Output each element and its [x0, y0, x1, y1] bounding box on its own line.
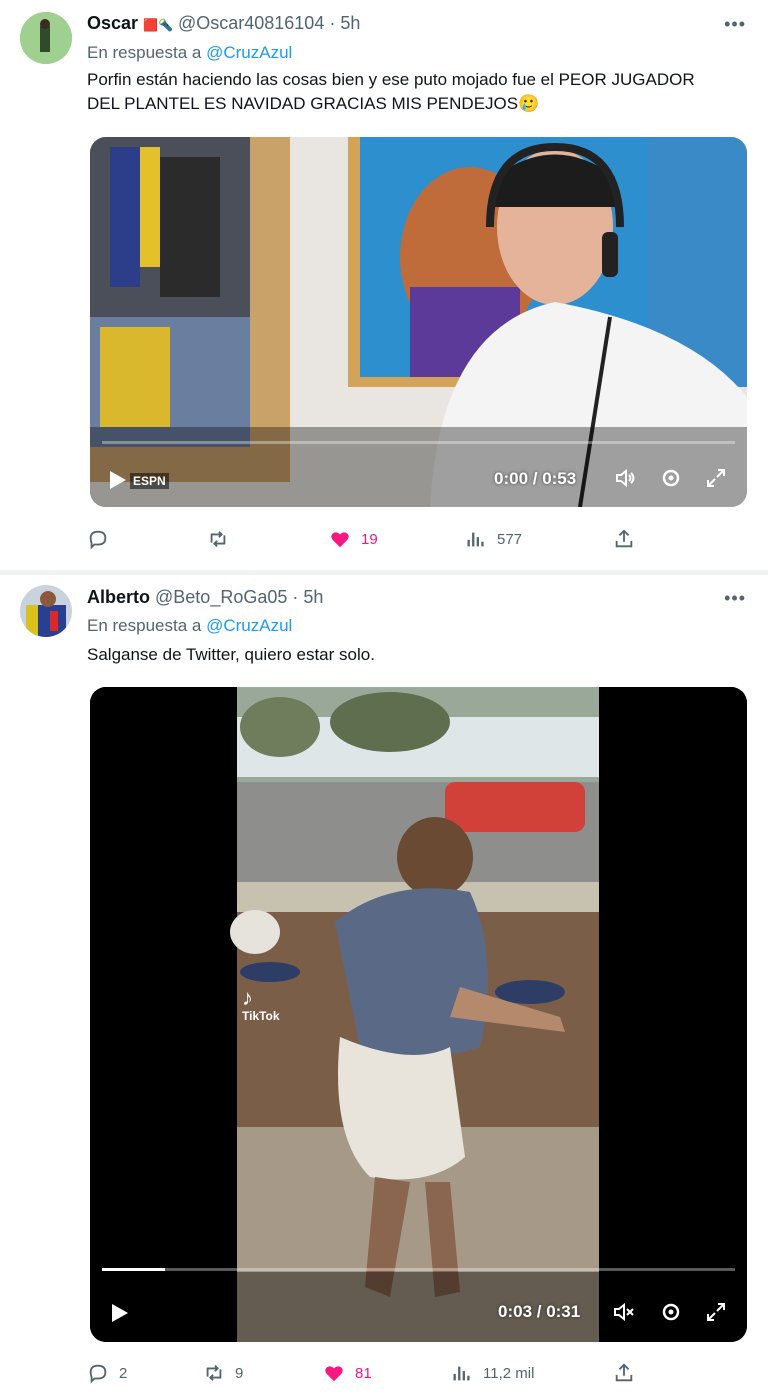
- retweet-button[interactable]: 9: [203, 1360, 243, 1386]
- settings-icon[interactable]: [659, 1300, 683, 1324]
- more-icon[interactable]: •••: [724, 14, 746, 35]
- reply-mention-link[interactable]: @CruzAzul: [206, 616, 292, 635]
- like-count: 81: [355, 1364, 372, 1382]
- reply-button[interactable]: [87, 526, 119, 552]
- views-count: 577: [497, 530, 523, 548]
- avatar[interactable]: [20, 12, 72, 64]
- share-icon: [615, 1363, 633, 1382]
- emoji-badge: 🟥🔦: [143, 18, 173, 32]
- tiktok-logo-icon: ♪: [242, 985, 253, 1010]
- action-bar: 19 577: [87, 526, 647, 552]
- username[interactable]: @Beto_RoGa05: [155, 587, 287, 607]
- watermark-logo: ESPN: [130, 473, 169, 489]
- reply-context: En respuesta a @CruzAzul: [87, 615, 292, 637]
- mute-icon[interactable]: [612, 1300, 636, 1324]
- share-button[interactable]: [613, 1360, 635, 1386]
- like-icon: [331, 532, 349, 548]
- video-progress-fill: [102, 1268, 166, 1271]
- tweet-header: Alberto @Beto_RoGa05 · 5h: [87, 587, 324, 607]
- tweet-text: Salganse de Twitter, quiero estar solo.: [87, 645, 375, 664]
- retweet-button[interactable]: [207, 526, 239, 552]
- like-count: 19: [361, 530, 378, 548]
- retweet-count: 9: [235, 1364, 244, 1382]
- avatar-image: [20, 585, 72, 637]
- reply-icon: [89, 530, 107, 550]
- username[interactable]: @Oscar40816104: [178, 13, 324, 33]
- views-button[interactable]: 11,2 mil: [451, 1360, 534, 1386]
- share-button[interactable]: [613, 526, 635, 552]
- reply-prefix: En respuesta a: [87, 43, 202, 62]
- retweet-icon: [210, 531, 226, 547]
- avatar-image: [20, 12, 72, 64]
- like-icon: [325, 1366, 343, 1382]
- fullscreen-icon[interactable]: [704, 466, 728, 490]
- avatar[interactable]: [20, 585, 72, 637]
- views-count: 11,2 mil: [483, 1364, 535, 1382]
- tweet[interactable]: Alberto @Beto_RoGa05 · 5h ••• En respues…: [0, 575, 768, 1398]
- retweet-icon: [206, 1365, 222, 1381]
- action-bar: 2 9 81 11,2 mil: [87, 1360, 647, 1386]
- tweet-header: Oscar 🟥🔦 @Oscar40816104 · 5h: [87, 13, 361, 33]
- reply-context: En respuesta a @CruzAzul: [87, 42, 292, 64]
- views-icon: [453, 1366, 470, 1381]
- views-button[interactable]: 577: [465, 526, 522, 552]
- tweet[interactable]: Oscar 🟥🔦 @Oscar40816104 · 5h ••• En resp…: [0, 0, 768, 570]
- display-name[interactable]: Alberto: [87, 587, 150, 607]
- more-icon[interactable]: •••: [724, 588, 746, 609]
- video-time: 0:03 / 0:31: [498, 1302, 581, 1321]
- timestamp[interactable]: 5h: [340, 13, 360, 33]
- play-icon[interactable]: [108, 1302, 130, 1324]
- reply-icon: [89, 1364, 107, 1384]
- video-frame: [90, 687, 747, 1342]
- display-name[interactable]: Oscar: [87, 13, 138, 33]
- tweet-text: Porfin están haciendo las cosas bien y e…: [87, 70, 695, 113]
- settings-icon[interactable]: [659, 466, 683, 490]
- video-time: 0:00 / 0:53: [494, 469, 577, 488]
- views-icon: [467, 532, 484, 547]
- video-progress-bar[interactable]: [102, 1268, 735, 1271]
- share-icon: [615, 529, 633, 548]
- timestamp[interactable]: 5h: [303, 587, 323, 607]
- video-player[interactable]: ESPN 0:00 / 0:53: [90, 137, 747, 507]
- play-icon[interactable]: [106, 469, 128, 491]
- mute-icon[interactable]: [614, 466, 638, 490]
- reply-button[interactable]: 2: [87, 1360, 127, 1386]
- tiktok-watermark: ♪ TikTok: [242, 985, 280, 1024]
- fullscreen-icon[interactable]: [704, 1300, 728, 1324]
- reply-mention-link[interactable]: @CruzAzul: [206, 43, 292, 62]
- video-progress-bar[interactable]: [102, 441, 735, 444]
- like-button[interactable]: 19: [329, 526, 378, 552]
- reply-count: 2: [119, 1364, 128, 1382]
- like-button[interactable]: 81: [323, 1360, 372, 1386]
- reply-prefix: En respuesta a: [87, 616, 202, 635]
- video-player[interactable]: ♪ TikTok 0:03 / 0:31: [90, 687, 747, 1342]
- video-controls: 0:03 / 0:31: [90, 1268, 747, 1342]
- video-controls: ESPN 0:00 / 0:53: [90, 437, 747, 507]
